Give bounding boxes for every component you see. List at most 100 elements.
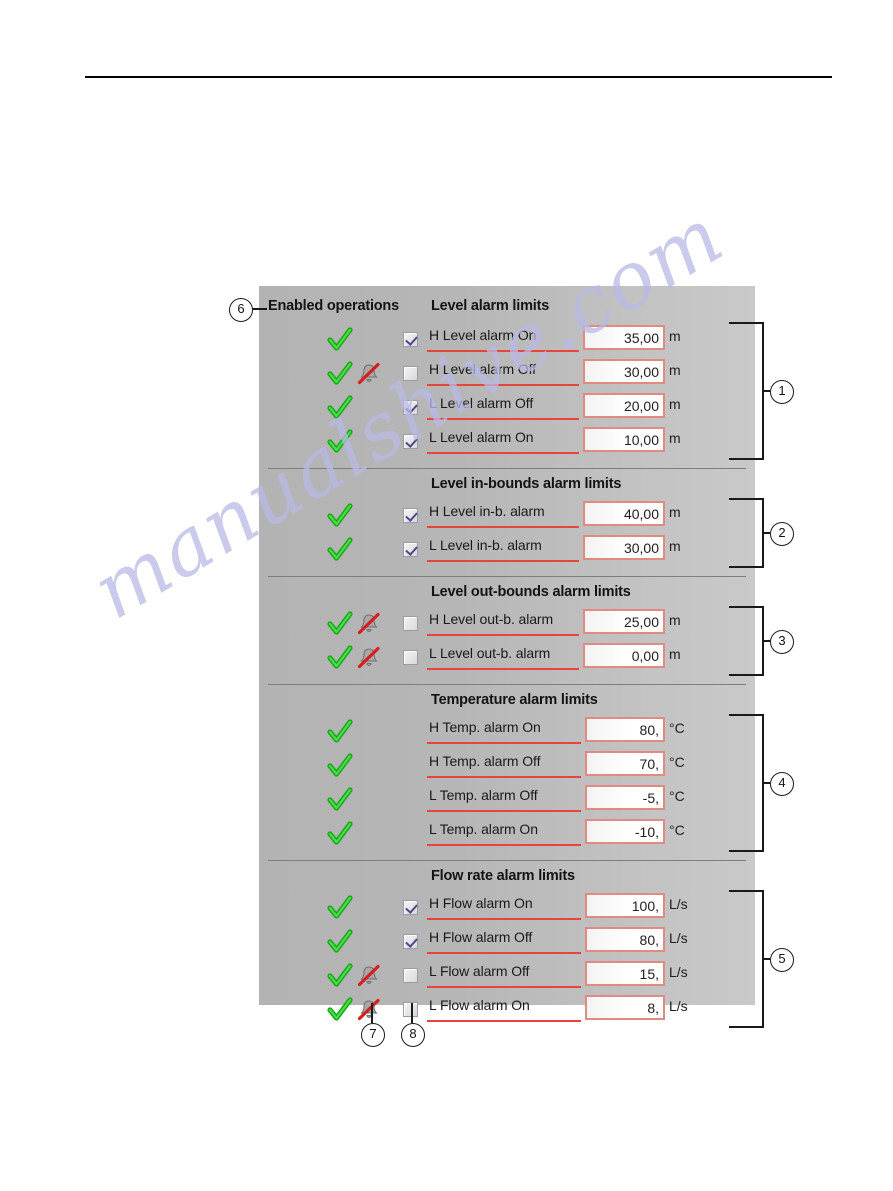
alarm-limit-label: L Flow alarm Off	[429, 963, 530, 979]
enabled-check-icon	[327, 753, 353, 779]
alarm-enable-checkbox[interactable]	[403, 508, 418, 523]
alarm-enable-checkbox[interactable]	[403, 650, 418, 665]
enabled-check-icon	[327, 963, 353, 989]
label-underline	[427, 918, 581, 920]
alarm-limit-value: 80,	[639, 722, 659, 738]
alarm-limit-unit: m	[669, 430, 681, 446]
alarm-limit-label: L Temp. alarm On	[429, 821, 538, 837]
label-underline	[427, 668, 579, 670]
alarm-limit-unit: °C	[669, 720, 685, 736]
label-underline	[427, 560, 579, 562]
alarm-limit-value-field[interactable]: 0,00	[583, 643, 665, 668]
alarm-suppressed-bell-icon[interactable]	[357, 362, 381, 386]
alarm-limit-value-field[interactable]: 30,00	[583, 359, 665, 384]
alarm-limit-unit: m	[669, 646, 681, 662]
alarm-limit-value: -5,	[642, 790, 659, 806]
enabled-check-icon	[327, 503, 353, 529]
alarm-limit-label: H Level in-b. alarm	[429, 503, 545, 519]
alarm-enable-checkbox[interactable]	[403, 542, 418, 557]
callout-section-5: 5	[770, 948, 794, 972]
alarm-limit-value: 25,00	[623, 614, 659, 630]
alarm-enable-checkbox[interactable]	[403, 616, 418, 631]
alarm-limit-unit: L/s	[669, 896, 688, 912]
alarm-limit-value-field[interactable]: 15,	[585, 961, 665, 986]
alarm-limit-unit: °C	[669, 822, 685, 838]
callout-section-3: 3	[770, 630, 794, 654]
section-divider	[268, 860, 746, 861]
alarm-limit-value: 40,00	[623, 506, 659, 522]
alarm-limit-value-field[interactable]: 35,00	[583, 325, 665, 350]
alarm-limit-label: L Flow alarm On	[429, 997, 530, 1013]
alarm-limit-value-field[interactable]: 25,00	[583, 609, 665, 634]
panel-header-row: Enabled operations Level alarm limits	[259, 298, 755, 318]
alarm-limit-value-field[interactable]: 8,	[585, 995, 665, 1020]
alarm-limits-faceplate: Enabled operations Level alarm limits H Le…	[259, 286, 764, 1028]
alarm-limit-row: L Level alarm Off 20,00 m	[259, 392, 755, 426]
section-divider	[268, 684, 746, 685]
alarm-limit-row: H Flow alarm Off 80, L/s	[259, 926, 755, 960]
callout-6-leader	[251, 308, 267, 310]
alarm-limit-value-field[interactable]: -10,	[585, 819, 665, 844]
alarm-limit-value: 10,00	[623, 432, 659, 448]
label-underline	[427, 418, 579, 420]
alarm-limit-value: 8,	[647, 1000, 659, 1016]
callout-section-4: 4	[770, 772, 794, 796]
enabled-check-icon	[327, 327, 353, 353]
alarm-limit-row: L Level alarm On 10,00 m	[259, 426, 755, 460]
alarm-limit-value-field[interactable]: 10,00	[583, 427, 665, 452]
alarm-limit-value: 70,	[639, 756, 659, 772]
callout-section-2: 2	[770, 522, 794, 546]
alarm-limit-unit: m	[669, 538, 681, 554]
section-divider	[268, 576, 746, 577]
alarm-limit-value: 15,	[639, 966, 659, 982]
alarm-limit-row: H Temp. alarm Off 70, °C	[259, 750, 755, 784]
alarm-limit-value: -10,	[634, 824, 659, 840]
alarm-limit-unit: L/s	[669, 930, 688, 946]
callout-7-leader	[371, 1003, 373, 1023]
section-bracket	[729, 890, 764, 1028]
callout-8-checkbox-column: 8	[401, 1023, 425, 1047]
enabled-check-icon	[327, 787, 353, 813]
enabled-check-icon	[327, 429, 353, 455]
alarm-limit-label: L Level alarm On	[429, 429, 534, 445]
alarm-limit-value-field[interactable]: 100,	[585, 893, 665, 918]
alarm-limit-value: 100,	[631, 898, 659, 914]
enabled-check-icon	[327, 611, 353, 637]
alarm-enable-checkbox[interactable]	[403, 968, 418, 983]
section-bracket	[729, 606, 764, 676]
alarm-limit-value-field[interactable]: 30,00	[583, 535, 665, 560]
alarm-limit-row: L Temp. alarm On -10, °C	[259, 818, 755, 852]
label-underline	[427, 452, 579, 454]
alarm-limit-value: 0,00	[631, 648, 659, 664]
alarm-limit-unit: °C	[669, 754, 685, 770]
alarm-enable-checkbox[interactable]	[403, 434, 418, 449]
alarm-suppressed-bell-icon[interactable]	[357, 646, 381, 670]
alarm-enable-checkbox[interactable]	[403, 366, 418, 381]
alarm-limit-unit: L/s	[669, 998, 688, 1014]
alarm-limit-row: H Flow alarm On 100, L/s	[259, 892, 755, 926]
label-underline	[427, 986, 581, 988]
alarm-limit-value-field[interactable]: -5,	[585, 785, 665, 810]
alarm-limit-value-field[interactable]: 80,	[585, 717, 665, 742]
alarm-enable-checkbox[interactable]	[403, 900, 418, 915]
section-bracket	[729, 498, 764, 568]
alarm-limit-value-field[interactable]: 40,00	[583, 501, 665, 526]
label-underline	[427, 384, 579, 386]
alarm-suppressed-bell-icon[interactable]	[357, 964, 381, 988]
callout-8-leader	[411, 1003, 413, 1023]
alarm-limit-row: H Level alarm On 35,00 m	[259, 324, 755, 358]
alarm-suppressed-bell-icon[interactable]	[357, 612, 381, 636]
alarm-limit-value-field[interactable]: 20,00	[583, 393, 665, 418]
alarm-limit-label: L Level in-b. alarm	[429, 537, 542, 553]
alarm-enable-checkbox[interactable]	[403, 934, 418, 949]
alarm-limit-value: 30,00	[623, 364, 659, 380]
label-underline	[427, 844, 581, 846]
alarm-enable-checkbox[interactable]	[403, 332, 418, 347]
alarm-enable-checkbox[interactable]	[403, 400, 418, 415]
alarm-limit-label: L Level alarm Off	[429, 395, 534, 411]
alarm-limit-value-field[interactable]: 80,	[585, 927, 665, 952]
alarm-limit-label: H Level alarm On	[429, 327, 537, 343]
alarm-limit-value-field[interactable]: 70,	[585, 751, 665, 776]
label-underline	[427, 810, 581, 812]
alarm-suppressed-bell-icon[interactable]	[357, 998, 381, 1022]
